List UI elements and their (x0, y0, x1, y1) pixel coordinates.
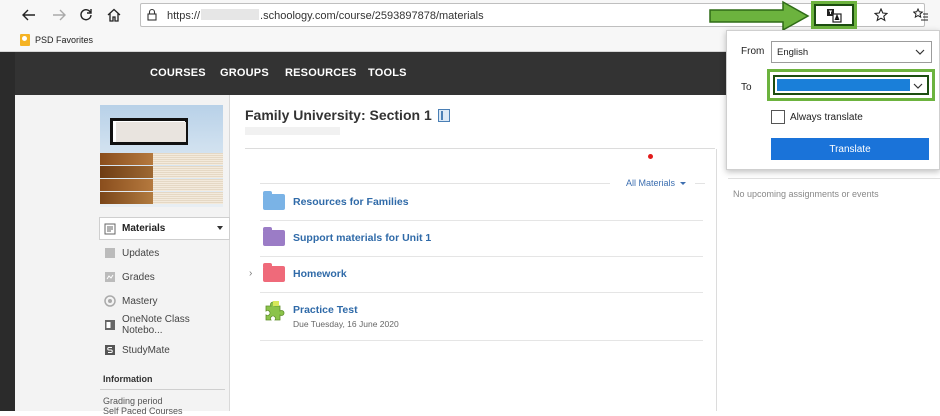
translate-popup: From English To Always translate Transla… (726, 30, 940, 170)
back-icon[interactable] (18, 4, 40, 26)
translate-button[interactable]: Translate (771, 138, 929, 160)
nav-resources[interactable]: RESOURCES (285, 67, 356, 79)
material-row[interactable]: Practice Test Due Tuesday, 16 June 2020 (260, 293, 703, 341)
information-heading: Information (103, 374, 153, 384)
chevron-down-icon (915, 49, 925, 55)
divider (728, 178, 940, 179)
to-language-selected-value (777, 79, 910, 91)
page-title: Family University: Section 1 (245, 107, 450, 123)
mastery-icon (104, 295, 116, 307)
material-row[interactable]: Homework (260, 257, 703, 293)
folder-icon (263, 227, 285, 246)
assessment-puzzle-icon (265, 301, 285, 321)
folder-icon (263, 191, 285, 210)
nav-tools[interactable]: TOOLS (368, 67, 407, 79)
sidebar-item-label: OneNote Class Notebo... (122, 314, 190, 336)
updates-icon (104, 247, 116, 259)
sidebar-item-studymate[interactable]: StudyMate (100, 339, 230, 361)
info-course-type: Self Paced Courses (103, 406, 183, 416)
url-text: https://.schoology.com/course/2593897878… (167, 9, 484, 22)
always-translate-label: Always translate (790, 112, 863, 123)
translate-icon[interactable] (826, 7, 842, 23)
divider (245, 148, 715, 149)
sidebar-item-label: Materials (122, 223, 166, 234)
course-title-text: Family University: Section 1 (245, 107, 432, 123)
divider (100, 389, 225, 390)
chevron-right-icon[interactable]: › (249, 268, 252, 279)
sidebar-item-updates[interactable]: Updates (100, 242, 230, 264)
to-label: To (741, 82, 752, 93)
material-row[interactable]: Support materials for Unit 1 (260, 221, 703, 257)
divider (260, 183, 610, 184)
sidebar-item-materials[interactable]: Materials (99, 217, 230, 240)
sidebar-item-onenote[interactable]: OneNote Class Notebo... (100, 314, 230, 336)
material-link[interactable]: Support materials for Unit 1 (293, 232, 431, 244)
onenote-icon (104, 319, 116, 331)
material-link[interactable]: Practice Test (293, 304, 358, 316)
info-grading-period: Grading period (103, 396, 163, 406)
left-gutter (0, 52, 15, 411)
home-icon[interactable] (103, 4, 125, 26)
nav-courses[interactable]: COURSES (150, 67, 206, 79)
sidebar-item-label: Mastery (122, 295, 158, 307)
materials-icon (104, 223, 116, 235)
upcoming-events-text: No upcoming assignments or events (733, 189, 879, 199)
favorite-star-icon[interactable] (870, 4, 892, 26)
highlight-arrow (709, 0, 810, 32)
material-row[interactable]: Resources for Families (260, 185, 703, 221)
folder-favorite-icon (20, 34, 30, 46)
sidebar-item-grades[interactable]: Grades (100, 266, 230, 288)
course-image (100, 105, 223, 207)
material-link[interactable]: Homework (293, 268, 347, 280)
always-translate-checkbox[interactable] (771, 110, 785, 124)
to-language-highlight (767, 69, 935, 101)
nav-groups[interactable]: GROUPS (220, 67, 269, 79)
redacted-subtitle (245, 127, 340, 135)
studymate-icon (104, 344, 116, 356)
from-language-select[interactable]: English (771, 41, 932, 63)
sidebar-item-label: Grades (122, 271, 155, 283)
notification-dot (648, 154, 653, 159)
to-language-select[interactable] (773, 75, 929, 95)
material-link[interactable]: Resources for Families (293, 196, 409, 208)
chevron-down-icon[interactable] (217, 226, 223, 230)
sidebar-item-label: StudyMate (122, 344, 170, 356)
lock-icon (147, 8, 157, 26)
forward-icon[interactable] (48, 4, 70, 26)
sidebar-item-mastery[interactable]: Mastery (100, 290, 230, 312)
folder-icon (263, 263, 285, 282)
chevron-down-icon (913, 83, 923, 89)
sidebar-item-label: Updates (122, 247, 160, 259)
grades-icon (104, 271, 116, 283)
refresh-icon[interactable] (75, 4, 97, 26)
divider (716, 149, 717, 411)
from-language-value: English (777, 47, 809, 58)
due-date: Due Tuesday, 16 June 2020 (293, 319, 399, 329)
course-notebook-icon[interactable] (437, 108, 450, 122)
from-label: From (741, 46, 765, 57)
favorite-psd[interactable]: PSD Favorites (20, 34, 93, 46)
favorites-list-icon[interactable] (910, 4, 932, 26)
divider (695, 183, 705, 184)
